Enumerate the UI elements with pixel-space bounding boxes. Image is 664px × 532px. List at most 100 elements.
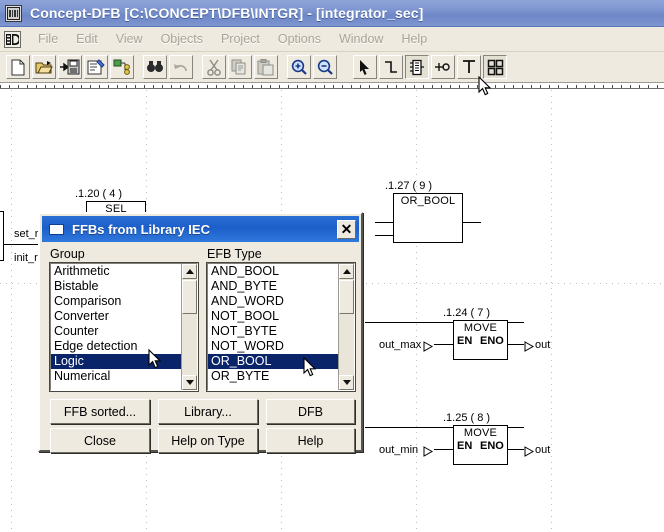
list-item[interactable]: NOT_BOOL — [208, 309, 338, 324]
sel-block-label: .1.20 ( 4 ) — [75, 188, 123, 200]
partial-block-left[interactable] — [0, 211, 4, 261]
text-icon[interactable] — [457, 55, 481, 79]
list-item-selected[interactable]: Logic — [51, 354, 181, 369]
wire — [508, 344, 524, 345]
dialog-title-bar[interactable]: FFBs from Library IEC ✕ — [42, 216, 359, 242]
wire — [508, 322, 524, 323]
efb-type-scrollbar[interactable] — [338, 264, 354, 390]
toolbar — [0, 52, 664, 83]
list-item[interactable]: NOT_WORD — [208, 339, 338, 354]
move-block-8-label: .1.25 ( 8 ) — [443, 412, 491, 424]
list-item[interactable]: AND_WORD — [208, 294, 338, 309]
list-item[interactable]: Counter — [51, 324, 181, 339]
close-icon[interactable]: ✕ — [337, 219, 356, 239]
list-item[interactable]: Edge detection — [51, 339, 181, 354]
wire — [463, 222, 481, 223]
grid-line — [416, 90, 417, 532]
paste-icon[interactable] — [254, 55, 278, 79]
list-item[interactable]: Arithmetic — [51, 264, 181, 279]
chevron-up-icon — [342, 269, 351, 274]
variable-out-min[interactable]: out_min — [379, 444, 418, 456]
input-connector-icon — [423, 339, 434, 357]
or-bool-block-label: .1.27 ( 9 ) — [385, 180, 433, 192]
scroll-down-button[interactable] — [339, 375, 354, 390]
scroll-down-button[interactable] — [182, 375, 197, 390]
search-icon[interactable] — [143, 55, 167, 79]
properties-icon[interactable] — [84, 55, 108, 79]
group-label: Group — [50, 247, 85, 261]
application-icon[interactable] — [5, 4, 22, 22]
group-list-items: Arithmetic Bistable Comparison Converter… — [51, 264, 181, 390]
variable-out-1[interactable]: out — [535, 339, 550, 351]
save-icon[interactable] — [58, 55, 82, 79]
move-block-7-label: .1.24 ( 7 ) — [443, 307, 491, 319]
new-icon[interactable] — [6, 55, 30, 79]
menu-item-options[interactable]: Options — [269, 30, 330, 48]
menu-item-window[interactable]: Window — [330, 30, 392, 48]
menu-item-view[interactable]: View — [107, 30, 152, 48]
menu-item-edit[interactable]: Edit — [67, 30, 107, 48]
move-block-8-type: MOVE — [463, 427, 498, 439]
close-button[interactable]: Close — [50, 428, 150, 453]
output-connector-icon — [524, 339, 535, 357]
wire — [365, 322, 453, 323]
list-item-selected[interactable]: OR_BOOL — [208, 354, 338, 369]
efb-type-list-items: AND_BOOL AND_BYTE AND_WORD NOT_BOOL NOT_… — [208, 264, 338, 390]
list-item[interactable]: Numerical — [51, 369, 181, 384]
efb-type-listbox[interactable]: AND_BOOL AND_BYTE AND_WORD NOT_BOOL NOT_… — [206, 262, 356, 392]
library-button[interactable]: Library... — [158, 399, 258, 424]
list-item[interactable]: Comparison — [51, 294, 181, 309]
scroll-up-button[interactable] — [339, 264, 354, 279]
ffb-icon[interactable] — [405, 55, 429, 79]
dfb-button[interactable]: DFB — [266, 399, 355, 424]
help-on-type-button[interactable]: Help on Type — [158, 428, 258, 453]
zoom-out-icon[interactable] — [313, 55, 337, 79]
scroll-up-button[interactable] — [182, 264, 197, 279]
pointer-icon[interactable] — [353, 55, 377, 79]
menu-item-file[interactable]: File — [29, 30, 67, 48]
menu-item-project[interactable]: Project — [212, 30, 269, 48]
move-block-7-pin-eno: ENO — [480, 335, 504, 347]
horizontal-ruler — [0, 83, 664, 89]
or-bool-block-type: OR_BOOL — [400, 195, 456, 207]
dialog-title: FFBs from Library IEC — [72, 221, 210, 237]
undo-icon[interactable] — [169, 55, 193, 79]
connector-icon[interactable] — [431, 55, 455, 79]
variable-out-2[interactable]: out — [535, 444, 550, 456]
copy-icon[interactable] — [228, 55, 252, 79]
grid-line — [551, 90, 552, 532]
menu-item-help[interactable]: Help — [392, 30, 436, 48]
wire — [508, 427, 524, 428]
open-icon[interactable] — [32, 55, 56, 79]
ffb-library-dialog[interactable]: FFBs from Library IEC ✕ Group Arithmetic… — [38, 212, 363, 453]
input-connector-icon — [423, 444, 434, 462]
document-icon[interactable] — [4, 30, 21, 48]
wire — [375, 222, 393, 223]
link-icon[interactable] — [379, 55, 403, 79]
list-item[interactable]: OR_BYTE — [208, 369, 338, 384]
wire — [434, 344, 453, 345]
analyze-icon[interactable] — [110, 55, 134, 79]
zoom-in-icon[interactable] — [287, 55, 311, 79]
help-button[interactable]: Help — [266, 428, 355, 453]
ffb-sorted-button[interactable]: FFB sorted... — [50, 399, 150, 424]
scrollbar-thumb[interactable] — [339, 280, 354, 314]
list-item[interactable]: Converter — [51, 309, 181, 324]
wire — [365, 427, 453, 428]
group-listbox[interactable]: Arithmetic Bistable Comparison Converter… — [49, 262, 199, 392]
ffb-library-icon[interactable] — [483, 55, 507, 79]
dialog-icon — [49, 223, 64, 235]
move-block-8-pin-en: EN — [457, 440, 473, 452]
list-item[interactable]: NOT_BYTE — [208, 324, 338, 339]
menu-item-objects[interactable]: Objects — [152, 30, 212, 48]
or-bool-block[interactable]: OR_BOOL — [393, 193, 463, 243]
list-item[interactable]: Bistable — [51, 279, 181, 294]
list-item[interactable]: AND_BOOL — [208, 264, 338, 279]
variable-out-max[interactable]: out_max — [379, 339, 421, 351]
wire — [375, 235, 393, 236]
output-connector-icon — [524, 444, 535, 462]
list-item[interactable]: AND_BYTE — [208, 279, 338, 294]
scrollbar-thumb[interactable] — [182, 280, 197, 314]
group-scrollbar[interactable] — [181, 264, 197, 390]
cut-icon[interactable] — [202, 55, 226, 79]
